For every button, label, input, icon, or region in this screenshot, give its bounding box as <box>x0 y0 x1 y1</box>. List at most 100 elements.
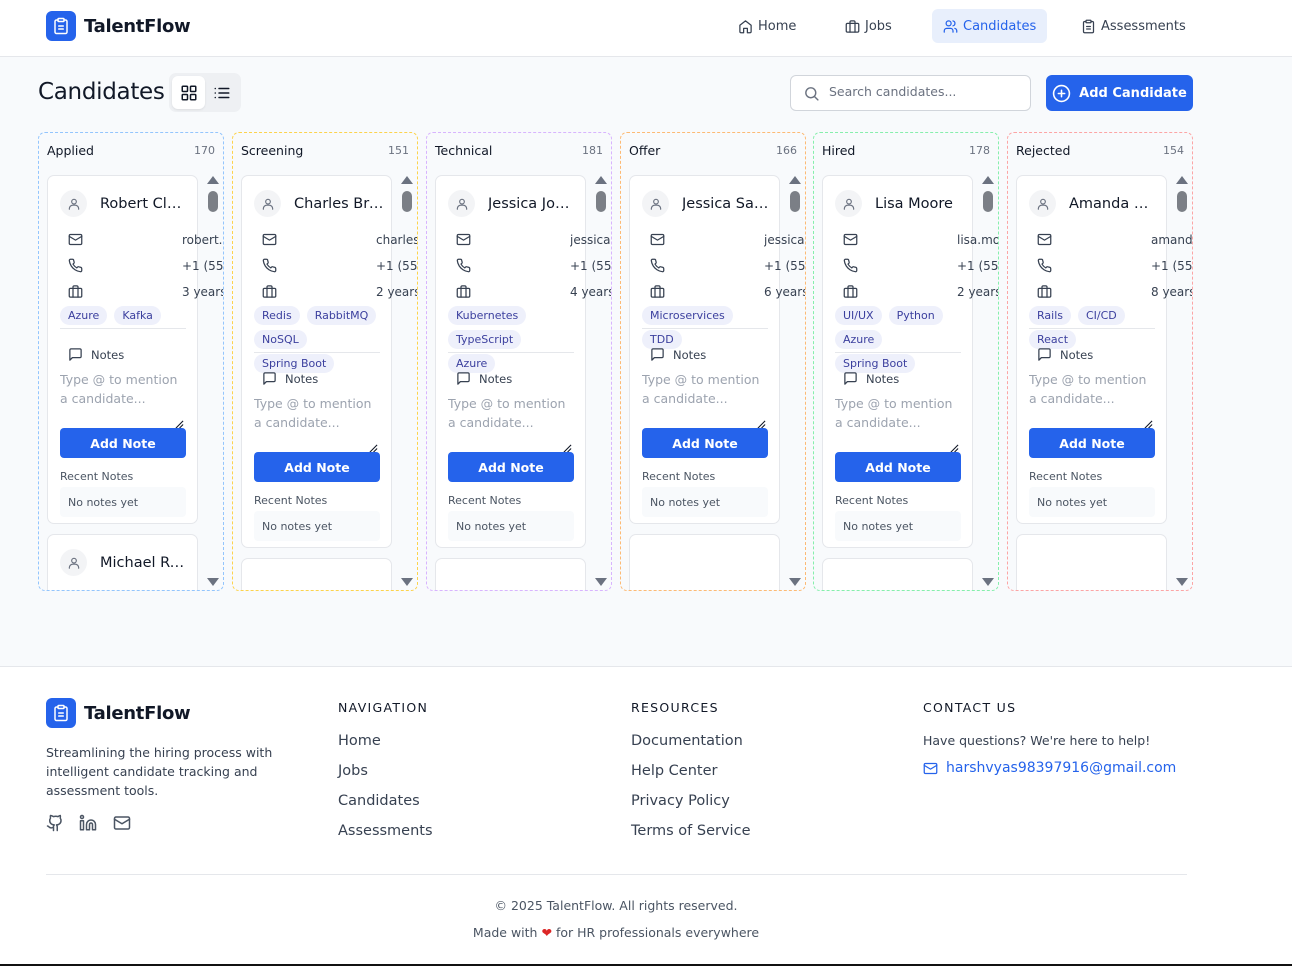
top-navbar: TalentFlow Home Jobs Candidates Assessme… <box>0 0 1292 57</box>
footer-link-terms[interactable]: Terms of Service <box>631 823 750 839</box>
candidate-card[interactable] <box>435 558 586 590</box>
footer-link-privacy-policy[interactable]: Privacy Policy <box>631 793 730 809</box>
candidate-email-row: jessica.jones@example.com <box>448 232 611 247</box>
footer-link-home[interactable]: Home <box>338 733 381 749</box>
note-textarea[interactable] <box>835 394 961 448</box>
scroll-down-arrow-icon[interactable] <box>789 578 801 586</box>
candidate-phone: +1 (555) 885-1534 <box>764 258 806 273</box>
footer-divider <box>46 874 1187 875</box>
resize-handle-icon[interactable] <box>369 438 378 453</box>
search-input[interactable] <box>829 84 1019 99</box>
add-note-button[interactable]: Add Note <box>835 452 961 482</box>
footer-link-jobs[interactable]: Jobs <box>338 763 368 779</box>
notes-label: Notes <box>673 347 707 362</box>
column-count: 154 <box>1163 144 1184 157</box>
candidate-name[interactable]: Jessica Jones <box>488 196 578 212</box>
scroll-thumb[interactable] <box>1177 191 1187 212</box>
clipboard-logo-icon <box>46 11 76 41</box>
scroll-up-arrow-icon[interactable] <box>595 176 607 184</box>
brand[interactable]: TalentFlow <box>46 11 191 41</box>
recent-notes-label: Recent Notes <box>835 494 909 507</box>
candidate-card[interactable]: Amanda Gonzalez amanda.gonzalez@example.c… <box>1016 175 1192 524</box>
add-note-button[interactable]: Add Note <box>1029 428 1155 458</box>
candidate-name[interactable]: Amanda Gonzalez <box>1069 196 1159 212</box>
kanban-column-hired: Hired 178 Lisa Moore lisa.moore@example.com… <box>813 132 999 591</box>
footer-brand[interactable]: TalentFlow <box>46 698 191 728</box>
note-textarea[interactable] <box>254 394 380 448</box>
note-textarea[interactable] <box>448 394 574 448</box>
candidate-phone: +1 (555) 798-0812 <box>376 258 418 273</box>
footer-link-assessments[interactable]: Assessments <box>338 823 433 839</box>
resize-handle-icon[interactable] <box>1144 414 1153 429</box>
resize-handle-icon[interactable] <box>563 438 572 453</box>
scroll-up-arrow-icon[interactable] <box>1176 176 1188 184</box>
recent-notes-label: Recent Notes <box>1029 470 1103 483</box>
resize-handle-icon[interactable] <box>950 438 959 453</box>
add-note-button[interactable]: Add Note <box>60 428 186 458</box>
scroll-up-arrow-icon[interactable] <box>982 176 994 184</box>
nav-jobs[interactable]: Jobs <box>834 9 903 43</box>
scroll-thumb[interactable] <box>790 191 800 212</box>
add-note-button[interactable]: Add Note <box>642 428 768 458</box>
linkedin-icon[interactable] <box>79 814 97 832</box>
note-textarea[interactable] <box>60 370 186 424</box>
add-candidate-button[interactable]: Add Candidate <box>1046 75 1193 111</box>
column-body: Jessica Jones jessica.jones@example.com +1… <box>435 175 611 590</box>
note-textarea[interactable] <box>1029 370 1155 424</box>
footer-link-candidates[interactable]: Candidates <box>338 793 420 809</box>
add-note-button[interactable]: Add Note <box>254 452 380 482</box>
scroll-down-arrow-icon[interactable] <box>1176 578 1188 586</box>
phone-icon <box>456 258 562 273</box>
candidate-card[interactable] <box>1016 534 1167 590</box>
scroll-down-arrow-icon[interactable] <box>982 578 994 586</box>
mail-icon[interactable] <box>113 814 131 832</box>
notes-label: Notes <box>1060 347 1094 362</box>
resize-handle-icon[interactable] <box>757 414 766 429</box>
nav-home[interactable]: Home <box>727 9 807 43</box>
footer-link-documentation[interactable]: Documentation <box>631 733 743 749</box>
candidate-name[interactable]: Robert Clark <box>100 196 190 212</box>
candidate-card[interactable]: Charles Brown charles.brown@example.com +1… <box>241 175 417 548</box>
candidate-card[interactable] <box>241 558 392 590</box>
user-avatar-icon <box>254 190 281 217</box>
scroll-thumb[interactable] <box>596 191 606 212</box>
candidate-email-row: charles.brown@example.com <box>254 232 417 247</box>
home-icon <box>739 19 752 33</box>
notes-label: Notes <box>91 347 125 362</box>
users-icon <box>943 19 958 33</box>
candidate-card[interactable]: Michael Rodriguez <box>47 534 198 590</box>
scroll-down-arrow-icon[interactable] <box>595 578 607 586</box>
scroll-thumb[interactable] <box>402 191 412 212</box>
resize-handle-icon[interactable] <box>175 414 184 429</box>
footer-link-help-center[interactable]: Help Center <box>631 763 717 779</box>
add-note-button[interactable]: Add Note <box>448 452 574 482</box>
scroll-up-arrow-icon[interactable] <box>207 176 219 184</box>
candidate-card[interactable]: Jessica Sanchez jessica.sanchez@example.c… <box>629 175 805 524</box>
skill-tags: Kubernetes TypeScript Azure <box>448 306 578 378</box>
grid-view-button[interactable] <box>172 76 205 109</box>
footer-email-text: harshvyas98397916@gmail.com <box>946 760 1177 776</box>
candidate-name[interactable]: Jessica Sanchez <box>682 196 772 212</box>
candidate-name[interactable]: Michael Rodriguez <box>100 555 190 571</box>
scroll-down-arrow-icon[interactable] <box>401 578 413 586</box>
scroll-down-arrow-icon[interactable] <box>207 578 219 586</box>
candidate-name[interactable]: Charles Brown <box>294 196 384 212</box>
scroll-up-arrow-icon[interactable] <box>789 176 801 184</box>
scroll-thumb[interactable] <box>983 191 993 212</box>
message-square-icon <box>843 371 858 386</box>
footer-email-link[interactable]: harshvyas98397916@gmail.com <box>923 760 1176 776</box>
candidate-card[interactable]: Robert Clark robert.clark@example.com +1 (… <box>47 175 223 524</box>
scroll-up-arrow-icon[interactable] <box>401 176 413 184</box>
candidate-card[interactable]: Jessica Jones jessica.jones@example.com +1… <box>435 175 611 548</box>
nav-candidates[interactable]: Candidates <box>932 9 1048 43</box>
candidate-card[interactable]: Lisa Moore lisa.moore@example.com +1 (555)… <box>822 175 998 548</box>
note-textarea[interactable] <box>642 370 768 424</box>
candidate-card[interactable] <box>629 534 780 590</box>
candidate-card[interactable] <box>822 558 973 590</box>
user-avatar-icon <box>60 190 87 217</box>
github-icon[interactable] <box>46 814 64 832</box>
scroll-thumb[interactable] <box>208 191 218 212</box>
nav-assessments[interactable]: Assessments <box>1070 9 1197 43</box>
candidate-name[interactable]: Lisa Moore <box>875 196 965 212</box>
list-view-button[interactable] <box>205 76 238 109</box>
